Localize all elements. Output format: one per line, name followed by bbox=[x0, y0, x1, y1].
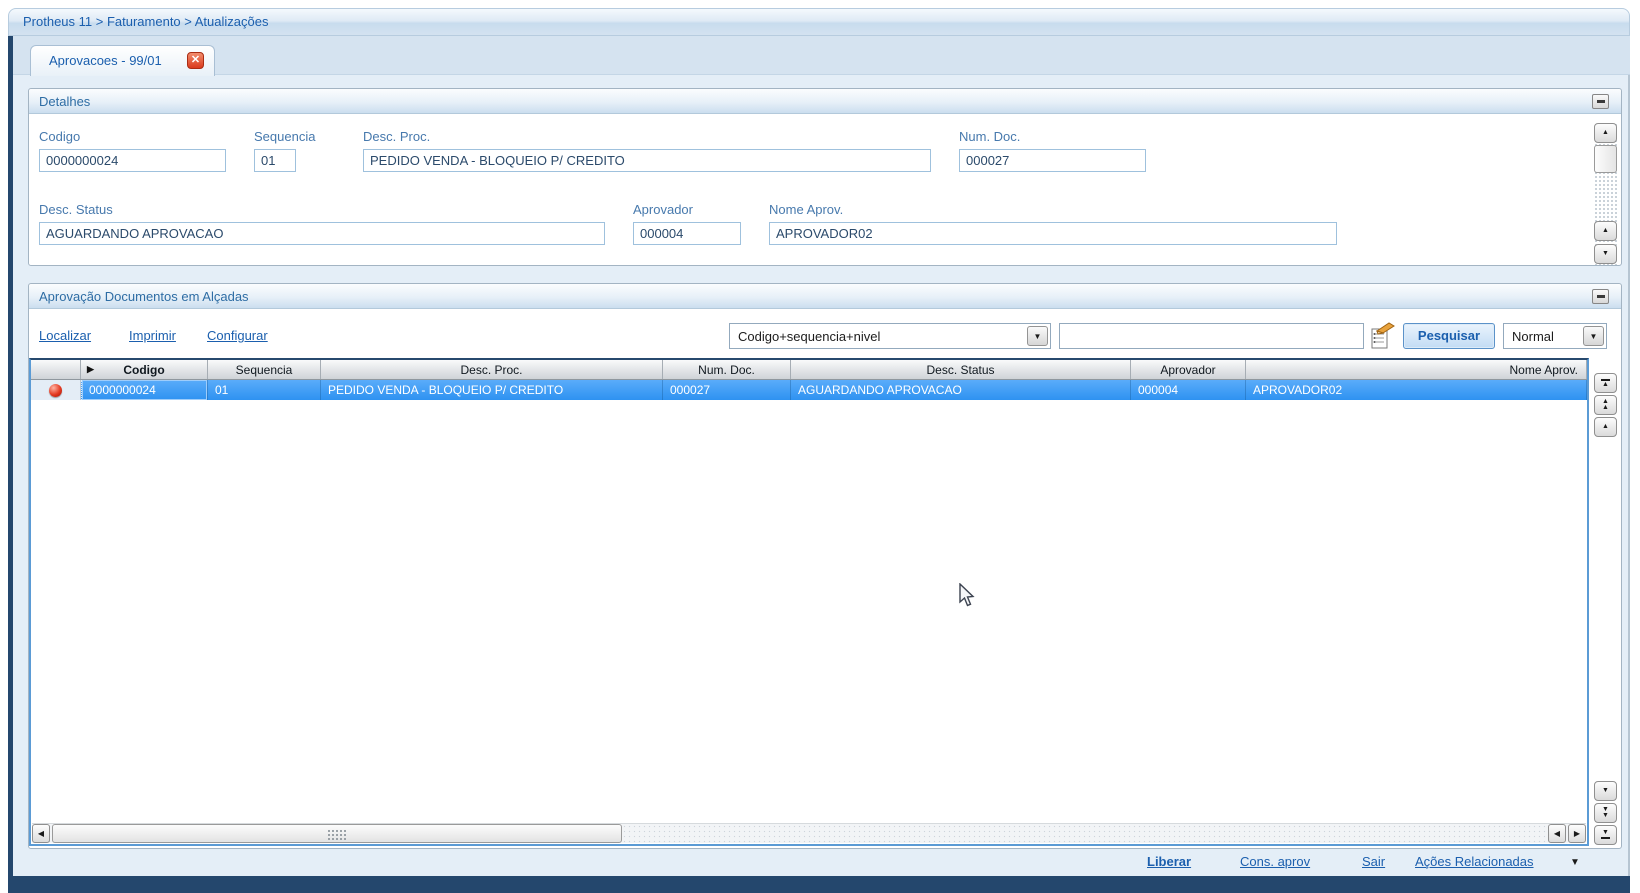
scroll-down-icon[interactable]: ▼ bbox=[1594, 781, 1617, 801]
aprovador-column-header[interactable]: Aprovador bbox=[1131, 360, 1246, 379]
num-doc-cell[interactable]: 000027 bbox=[663, 380, 791, 400]
protheus-window: Protheus 11 > Faturamento > Atualizações… bbox=[0, 0, 1640, 893]
desc-proc-label: Desc. Proc. bbox=[363, 129, 430, 144]
acoes-relacionadas-button[interactable]: Ações Relacionadas bbox=[1415, 854, 1534, 869]
index-dropdown-value: Codigo+sequencia+nivel bbox=[738, 329, 880, 344]
minimize-icon[interactable] bbox=[1592, 289, 1609, 304]
chevron-down-icon[interactable]: ▼ bbox=[1027, 326, 1048, 346]
imprimir-link[interactable]: Imprimir bbox=[129, 328, 176, 343]
page-down-icon[interactable]: ▼▼ bbox=[1594, 803, 1617, 823]
window-bottom-border bbox=[8, 876, 1630, 893]
details-panel-title: Detalhes bbox=[39, 94, 90, 109]
nome-aprov-column-header[interactable]: Nome Aprov. bbox=[1246, 360, 1587, 379]
table-header-row: ▶ Codigo Sequencia Desc. Proc. Num. Doc.… bbox=[31, 360, 1587, 380]
approvals-panel-title: Aprovação Documentos em Alçadas bbox=[39, 289, 249, 304]
desc-status-label: Desc. Status bbox=[39, 202, 113, 217]
status-cell bbox=[31, 380, 81, 400]
view-mode-value: Normal bbox=[1512, 329, 1554, 344]
desc-status-cell[interactable]: AGUARDANDO APROVACAO bbox=[791, 380, 1131, 400]
status-column-header[interactable] bbox=[31, 360, 81, 379]
sequencia-cell[interactable]: 01 bbox=[208, 380, 321, 400]
configurar-link[interactable]: Configurar bbox=[207, 328, 268, 343]
aprovador-label: Aprovador bbox=[633, 202, 693, 217]
tab-aprovacoes[interactable]: Aprovacoes - 99/01 ✕ bbox=[30, 45, 215, 76]
scroll-down-icon[interactable]: ▼ bbox=[1594, 244, 1617, 264]
close-icon[interactable]: ✕ bbox=[187, 52, 204, 69]
chevron-down-icon[interactable]: ▼ bbox=[1570, 857, 1580, 868]
sair-button[interactable]: Sair bbox=[1362, 854, 1385, 869]
minimize-icon[interactable] bbox=[1592, 94, 1609, 109]
pending-status-icon bbox=[49, 384, 62, 397]
details-panel-header: Detalhes bbox=[29, 89, 1621, 114]
codigo-field[interactable]: 0000000024 bbox=[39, 149, 226, 172]
view-mode-dropdown[interactable]: Normal ▼ bbox=[1503, 323, 1607, 349]
num-doc-field[interactable]: 000027 bbox=[959, 149, 1146, 172]
details-panel: Detalhes Codigo 0000000024 Sequencia 01 … bbox=[28, 88, 1622, 266]
codigo-label: Codigo bbox=[39, 129, 80, 144]
scroll-first-icon[interactable]: ▲ bbox=[1594, 373, 1617, 393]
search-input[interactable] bbox=[1059, 323, 1364, 349]
row-marker-icon: ▶ bbox=[87, 364, 94, 375]
approvals-panel: Aprovação Documentos em Alçadas Localiza… bbox=[28, 283, 1622, 849]
liberar-button[interactable]: Liberar bbox=[1147, 854, 1191, 869]
desc-proc-field[interactable]: PEDIDO VENDA - BLOQUEIO P/ CREDITO bbox=[363, 149, 931, 172]
num-doc-column-header[interactable]: Num. Doc. bbox=[663, 360, 791, 379]
codigo-column-header[interactable]: ▶ Codigo bbox=[81, 360, 208, 379]
aprovador-field[interactable]: 000004 bbox=[633, 222, 741, 245]
sequencia-label: Sequencia bbox=[254, 129, 315, 144]
page-up-icon[interactable]: ▲▲ bbox=[1594, 395, 1617, 415]
approvals-panel-header: Aprovação Documentos em Alçadas bbox=[29, 284, 1621, 309]
horizontal-scroll-thumb[interactable] bbox=[52, 824, 622, 843]
nome-aprov-field[interactable]: APROVADOR02 bbox=[769, 222, 1337, 245]
desc-proc-cell[interactable]: PEDIDO VENDA - BLOQUEIO P/ CREDITO bbox=[321, 380, 663, 400]
table-row[interactable]: 0000000024 01 PEDIDO VENDA - BLOQUEIO P/… bbox=[31, 380, 1587, 400]
scroll-last-icon[interactable]: ▼ bbox=[1594, 825, 1617, 845]
aprovador-cell[interactable]: 000004 bbox=[1131, 380, 1246, 400]
tab-label: Aprovacoes - 99/01 bbox=[49, 53, 162, 68]
nome-aprov-label: Nome Aprov. bbox=[769, 202, 843, 217]
scroll-left-icon[interactable]: ◀ bbox=[32, 824, 50, 843]
localizar-link[interactable]: Localizar bbox=[39, 328, 91, 343]
horizontal-scrollbar[interactable]: ◀ ◀ ▶ bbox=[32, 823, 1586, 843]
search-filter-icon[interactable] bbox=[1369, 321, 1395, 351]
desc-status-field[interactable]: AGUARDANDO APROVACAO bbox=[39, 222, 605, 245]
scroll-up-icon[interactable]: ▲ bbox=[1594, 123, 1617, 143]
num-doc-label: Num. Doc. bbox=[959, 129, 1020, 144]
desc-status-column-header[interactable]: Desc. Status bbox=[791, 360, 1131, 379]
mouse-cursor bbox=[958, 583, 978, 609]
details-scroll-thumb[interactable] bbox=[1594, 145, 1617, 173]
codigo-cell[interactable]: 0000000024 bbox=[81, 380, 208, 400]
scroll-right-icon[interactable]: ▶ bbox=[1568, 824, 1586, 843]
desc-proc-column-header[interactable]: Desc. Proc. bbox=[321, 360, 663, 379]
scroll-up-icon[interactable]: ▲ bbox=[1594, 221, 1617, 241]
breadcrumb: Protheus 11 > Faturamento > Atualizações bbox=[8, 8, 1630, 36]
tab-strip bbox=[13, 36, 1630, 75]
scroll-left-icon[interactable]: ◀ bbox=[1548, 824, 1566, 843]
scroll-up-icon[interactable]: ▲ bbox=[1594, 417, 1617, 437]
sequencia-column-header[interactable]: Sequencia bbox=[208, 360, 321, 379]
approvals-table: ▶ Codigo Sequencia Desc. Proc. Num. Doc.… bbox=[29, 358, 1589, 846]
nome-aprov-cell[interactable]: APROVADOR02 bbox=[1246, 380, 1587, 400]
index-dropdown[interactable]: Codigo+sequencia+nivel ▼ bbox=[729, 323, 1051, 349]
cons-aprov-button[interactable]: Cons. aprov bbox=[1240, 854, 1310, 869]
sequencia-field[interactable]: 01 bbox=[254, 149, 296, 172]
chevron-down-icon[interactable]: ▼ bbox=[1583, 326, 1604, 346]
pesquisar-button[interactable]: Pesquisar bbox=[1403, 323, 1495, 349]
